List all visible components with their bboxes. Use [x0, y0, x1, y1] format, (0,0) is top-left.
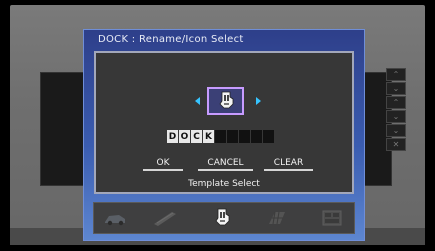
dock-icon	[218, 91, 233, 109]
ok-button[interactable]: OK	[143, 157, 183, 171]
dock-icon	[215, 208, 230, 226]
name-char-cell	[263, 130, 274, 143]
name-char-cell	[227, 130, 238, 143]
tray-item-car[interactable]	[102, 208, 128, 228]
name-char-cell: O	[179, 130, 190, 143]
dialog-inner-panel: D O C K OK CANCEL CLEAR Template Select	[94, 51, 354, 194]
rail-icon	[154, 212, 176, 226]
panel-icon	[322, 210, 342, 226]
side-button-up-icon[interactable]: ⌃	[386, 68, 406, 81]
side-button-down-icon[interactable]: ⌄	[386, 110, 406, 123]
side-button-down-icon[interactable]: ⌄	[386, 124, 406, 137]
name-char-cell	[251, 130, 262, 143]
tray-item-dock[interactable]	[209, 208, 235, 228]
template-select-button[interactable]: Template Select	[96, 179, 352, 189]
grid-icon	[269, 211, 285, 225]
previous-icon-arrow[interactable]	[195, 97, 200, 105]
name-char-cell: C	[191, 130, 202, 143]
tray-item-panel[interactable]	[319, 208, 345, 228]
icon-tray	[93, 202, 355, 234]
screen: ⌃ ⌄ ⌃ ⌄ ⌄ ✕ DOCK : Rename/Icon Select D …	[0, 0, 435, 251]
selected-icon-box[interactable]	[207, 87, 244, 115]
car-icon	[105, 215, 125, 226]
dialog-title: DOCK : Rename/Icon Select	[98, 34, 244, 45]
dialog-button-row: OK CANCEL CLEAR	[143, 157, 313, 171]
side-button-column: ⌃ ⌄ ⌃ ⌄ ⌄ ✕	[385, 68, 407, 180]
side-button-close-icon[interactable]: ✕	[386, 138, 406, 151]
clear-button[interactable]: CLEAR	[264, 157, 313, 171]
cancel-button[interactable]: CANCEL	[198, 157, 253, 171]
name-char-cell	[239, 130, 250, 143]
name-char-cell: K	[203, 130, 214, 143]
tray-item-grid[interactable]	[264, 208, 290, 228]
side-button-down-icon[interactable]: ⌄	[386, 82, 406, 95]
rename-icon-dialog: DOCK : Rename/Icon Select D O C K OK CAN…	[83, 29, 365, 241]
name-char-cell: D	[167, 130, 178, 143]
side-button-up-icon[interactable]: ⌃	[386, 96, 406, 109]
name-char-cell	[215, 130, 226, 143]
tray-item-rail[interactable]	[152, 208, 178, 228]
next-icon-arrow[interactable]	[256, 97, 261, 105]
name-input[interactable]: D O C K	[167, 130, 274, 143]
